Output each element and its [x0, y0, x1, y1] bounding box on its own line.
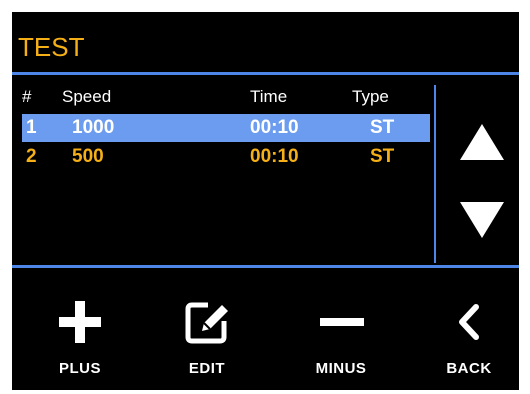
- scroll-up-button[interactable]: [452, 112, 512, 172]
- row-speed: 1000: [72, 117, 115, 138]
- row-speed: 500: [72, 146, 104, 167]
- triangle-up-icon: [460, 124, 504, 160]
- edit-icon: [185, 302, 228, 344]
- minus-icon: [320, 318, 364, 326]
- row-time: 00:10: [250, 146, 299, 167]
- column-header-time: Time: [250, 87, 288, 106]
- plus-icon: [59, 301, 101, 343]
- back-button[interactable]: BACK: [419, 292, 519, 390]
- row-time: 00:10: [250, 117, 299, 138]
- row-index: 2: [26, 146, 37, 167]
- edit-button[interactable]: EDIT: [157, 292, 257, 390]
- row-index: 1: [26, 117, 37, 138]
- scroll-down-button[interactable]: [452, 190, 512, 250]
- device-screen: TEST # Speed Time Type 1 1000 00:10 ST 2…: [12, 12, 519, 390]
- plus-label: PLUS: [58, 360, 101, 377]
- triangle-down-icon: [460, 202, 504, 238]
- minus-button[interactable]: MINUS: [291, 292, 391, 390]
- top-divider: [12, 72, 519, 75]
- edit-label: EDIT: [188, 360, 226, 377]
- table-row[interactable]: 2 500 00:10 ST: [22, 143, 430, 171]
- plus-button[interactable]: PLUS: [30, 292, 130, 390]
- column-header-speed: Speed: [62, 87, 112, 106]
- minus-label: MINUS: [315, 360, 367, 377]
- column-header-index: #: [22, 87, 32, 106]
- table-row[interactable]: 1 1000 00:10 ST: [22, 114, 430, 142]
- bottom-divider: [12, 265, 519, 268]
- column-header-type: Type: [352, 87, 389, 106]
- row-type: ST: [370, 146, 395, 167]
- row-type: ST: [370, 117, 395, 138]
- scroll-divider: [434, 85, 436, 263]
- page-title: TEST: [18, 32, 85, 62]
- chevron-left-icon: [459, 304, 479, 340]
- back-label: BACK: [446, 360, 492, 377]
